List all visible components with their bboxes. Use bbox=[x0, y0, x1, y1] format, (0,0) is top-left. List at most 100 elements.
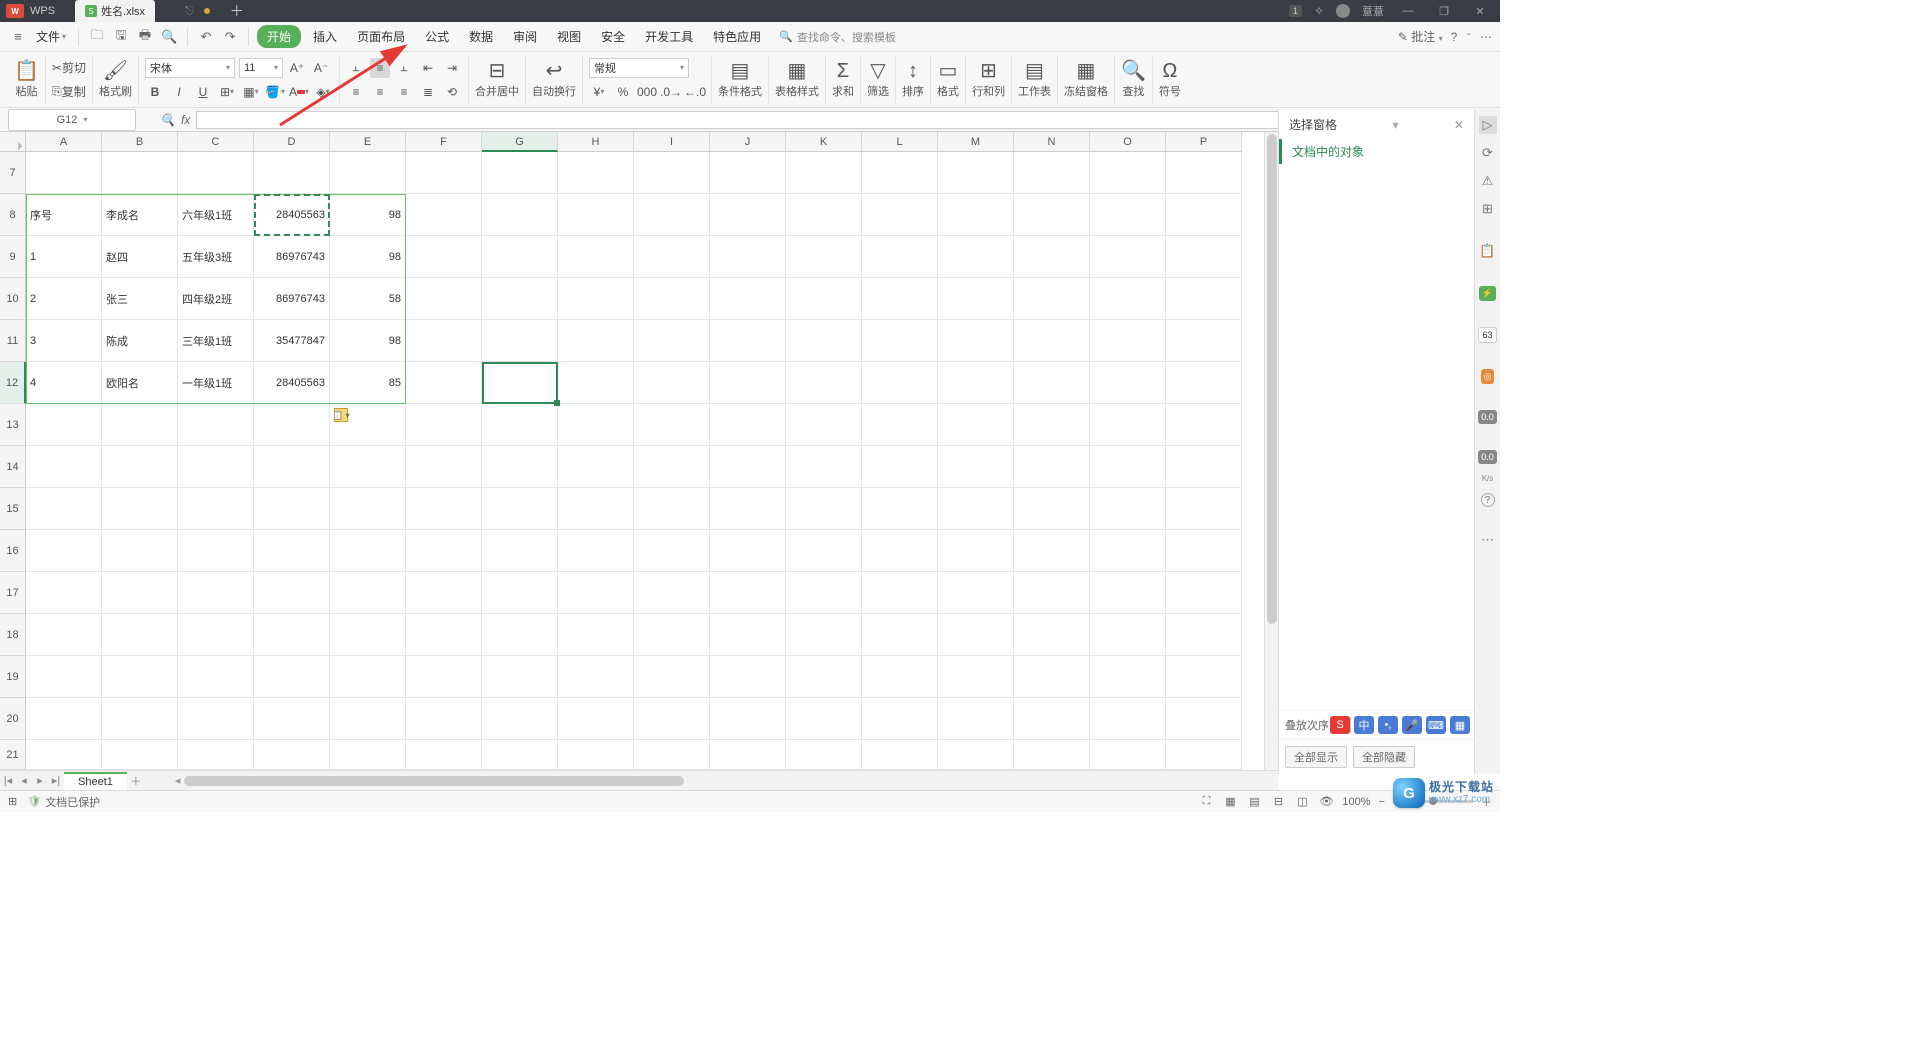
print-icon[interactable]: 🖶 bbox=[135, 27, 155, 47]
hide-all-button[interactable]: 全部隐藏 bbox=[1353, 746, 1415, 768]
currency-icon[interactable]: ¥▾ bbox=[589, 82, 609, 102]
skin-icon[interactable]: ✧ bbox=[1314, 4, 1324, 18]
italic-button[interactable]: I bbox=[169, 82, 189, 102]
add-sheet-button[interactable]: ＋ bbox=[127, 773, 145, 789]
side-select-icon[interactable]: ▷ bbox=[1479, 116, 1497, 134]
sheet-last-button[interactable]: ▸| bbox=[48, 774, 64, 787]
paste-options-button[interactable]: 📋▾ bbox=[334, 408, 348, 422]
read-mode-icon[interactable]: ◫ bbox=[1294, 795, 1310, 809]
more-icon[interactable]: ⋯ bbox=[1480, 30, 1492, 44]
cell-style-button[interactable]: ▦▾ bbox=[241, 82, 261, 102]
panel-close-button[interactable]: ✕ bbox=[1454, 118, 1464, 132]
sort-icon[interactable]: ↕ bbox=[908, 61, 918, 81]
tab-page-layout[interactable]: 页面布局 bbox=[349, 24, 413, 49]
command-search[interactable]: 🔍 查找命令、搜索模板 bbox=[779, 29, 896, 45]
dec-dec-icon[interactable]: ←.0 bbox=[685, 82, 705, 102]
cut-button[interactable]: ✂ 剪切 bbox=[52, 58, 86, 78]
find-icon[interactable]: 🔍 bbox=[1121, 61, 1146, 81]
select-all-corner[interactable] bbox=[0, 132, 26, 152]
table-style-icon[interactable]: ▦ bbox=[788, 61, 807, 81]
tab-formula[interactable]: 公式 bbox=[417, 24, 457, 49]
restore-button[interactable]: ❐ bbox=[1432, 1, 1456, 21]
tab-security[interactable]: 安全 bbox=[593, 24, 633, 49]
ime-toolbar[interactable]: S 中 •, 🎤 ⌨ ▦ bbox=[1330, 716, 1470, 734]
filter-icon[interactable]: ▽ bbox=[870, 61, 885, 81]
redo-icon[interactable]: ↷ bbox=[220, 27, 240, 47]
open-icon[interactable]: 🗀 bbox=[87, 27, 107, 47]
tab-pin-icon[interactable]: ⎋ bbox=[185, 5, 194, 18]
save-icon[interactable]: 🖫 bbox=[111, 27, 131, 47]
align-bottom-icon[interactable]: ⫠ bbox=[394, 58, 414, 78]
border-button[interactable]: ⊞▾ bbox=[217, 82, 237, 102]
side-warn-icon[interactable]: ⚠ bbox=[1479, 172, 1497, 190]
sheet-first-button[interactable]: |◂ bbox=[0, 774, 16, 787]
rowcol-icon[interactable]: ⊞ bbox=[980, 61, 997, 81]
align-top-icon[interactable]: ⫠ bbox=[346, 58, 366, 78]
format-painter-icon[interactable]: 🖌 bbox=[103, 61, 128, 81]
clear-format-button[interactable]: ◈▾ bbox=[313, 82, 333, 102]
symbol-icon[interactable]: Ω bbox=[1162, 61, 1177, 81]
cond-format-icon[interactable]: ▤ bbox=[731, 61, 750, 81]
view-page-icon[interactable]: ▤ bbox=[1246, 795, 1262, 809]
zoom-out-button[interactable]: − bbox=[1379, 796, 1385, 808]
paste-icon[interactable]: 📋 bbox=[14, 61, 39, 81]
align-mid-icon[interactable]: ≡ bbox=[370, 58, 390, 78]
font-size-select[interactable]: 11▾ bbox=[239, 58, 283, 78]
increase-font-icon[interactable]: A⁺ bbox=[287, 58, 307, 78]
align-left-icon[interactable]: ≡ bbox=[346, 82, 366, 102]
percent-icon[interactable]: % bbox=[613, 82, 633, 102]
sum-icon[interactable]: Σ bbox=[837, 61, 849, 81]
thousands-icon[interactable]: 000 bbox=[637, 82, 657, 102]
ime-tools-icon[interactable]: ▦ bbox=[1450, 716, 1470, 734]
side-help-icon[interactable]: ? bbox=[1481, 493, 1495, 507]
comment-button[interactable]: ✎ 批注 ▾ bbox=[1398, 28, 1443, 45]
indent-dec-icon[interactable]: ⇤ bbox=[418, 58, 438, 78]
side-clipboard-icon[interactable]: 📋 bbox=[1479, 242, 1497, 260]
document-tab[interactable]: S 姓名.xlsx bbox=[75, 0, 155, 22]
fullscreen-icon[interactable]: ⛶ bbox=[1198, 795, 1214, 809]
dec-inc-icon[interactable]: .0→ bbox=[661, 82, 681, 102]
panel-menu-icon[interactable]: ▾ bbox=[1392, 118, 1398, 132]
tab-data[interactable]: 数据 bbox=[461, 24, 501, 49]
font-color-button[interactable]: A▾ bbox=[289, 82, 309, 102]
side-grid-icon[interactable]: ⊞ bbox=[1479, 200, 1497, 218]
new-tab-button[interactable]: ＋ bbox=[230, 1, 244, 21]
wrap-icon[interactable]: ↩ bbox=[546, 61, 563, 81]
file-menu[interactable]: 文件▾ bbox=[32, 28, 70, 45]
ime-keyboard-icon[interactable]: ⌨ bbox=[1426, 716, 1446, 734]
sheet-prev-button[interactable]: ◂ bbox=[16, 774, 32, 787]
column-headers[interactable]: A B C D E F G H I J K L M N O P bbox=[26, 132, 1242, 152]
tab-devtools[interactable]: 开发工具 bbox=[637, 24, 701, 49]
copy-button[interactable]: ⎘ 复制 bbox=[52, 82, 86, 102]
zoom-value[interactable]: 100% bbox=[1342, 796, 1370, 808]
decrease-font-icon[interactable]: A⁻ bbox=[311, 58, 331, 78]
side-more-icon[interactable]: ⋯ bbox=[1479, 531, 1497, 549]
tab-special[interactable]: 特色应用 bbox=[705, 24, 769, 49]
help-icon[interactable]: ? bbox=[1451, 30, 1458, 44]
tab-insert[interactable]: 插入 bbox=[305, 24, 345, 49]
indent-inc-icon[interactable]: ⇥ bbox=[442, 58, 462, 78]
tab-start[interactable]: 开始 bbox=[257, 25, 301, 48]
worksheet-icon[interactable]: ▤ bbox=[1025, 61, 1044, 81]
font-family-select[interactable]: 宋体▾ bbox=[145, 58, 235, 78]
underline-button[interactable]: U bbox=[193, 82, 213, 102]
tab-review[interactable]: 审阅 bbox=[505, 24, 545, 49]
view-break-icon[interactable]: ⊟ bbox=[1270, 795, 1286, 809]
bold-button[interactable]: B bbox=[145, 82, 165, 102]
close-button[interactable]: ✕ bbox=[1468, 1, 1492, 21]
ime-mic-icon[interactable]: 🎤 bbox=[1402, 716, 1422, 734]
merge-icon[interactable]: ⊟ bbox=[489, 61, 506, 81]
align-center-icon[interactable]: ≡ bbox=[370, 82, 390, 102]
avatar[interactable] bbox=[1336, 4, 1350, 18]
ime-lang-button[interactable]: 中 bbox=[1354, 716, 1374, 734]
vertical-scrollbar[interactable] bbox=[1264, 132, 1278, 770]
zoom-cell-icon[interactable]: 🔍 bbox=[160, 113, 175, 127]
freeze-icon[interactable]: ▦ bbox=[1077, 61, 1096, 81]
side-refresh-icon[interactable]: ⟳ bbox=[1479, 144, 1497, 162]
horizontal-scrollbar[interactable]: ◂ bbox=[175, 774, 1278, 788]
side-badge-bolt[interactable]: ⚡ bbox=[1479, 286, 1496, 301]
notif-badge[interactable]: 1 bbox=[1289, 5, 1302, 17]
sheet-tab[interactable]: Sheet1 bbox=[64, 772, 127, 790]
preview-icon[interactable]: 🔍 bbox=[159, 27, 179, 47]
fill-color-button[interactable]: 🪣▾ bbox=[265, 82, 285, 102]
